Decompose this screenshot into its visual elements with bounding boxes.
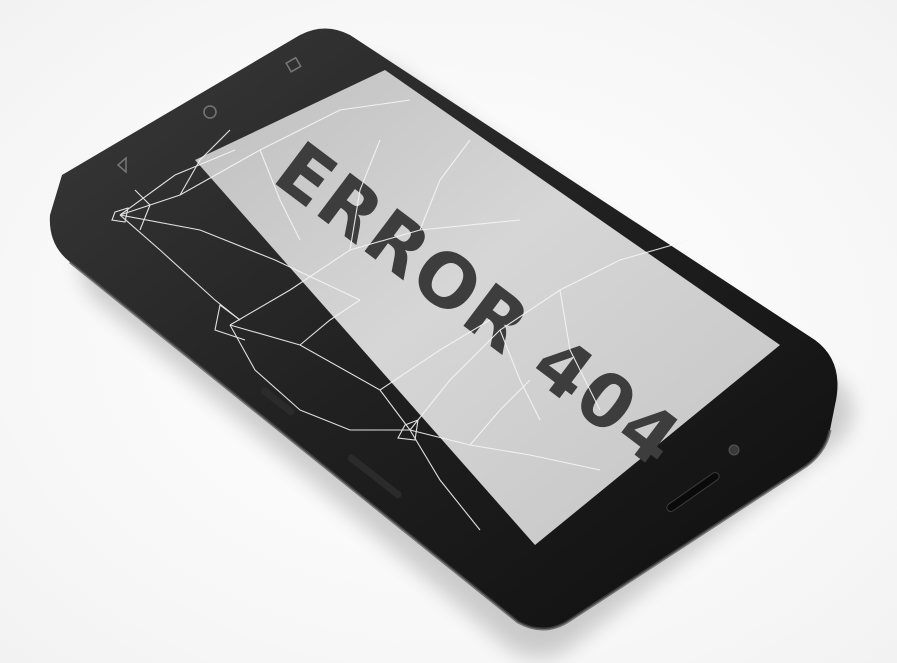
broken-phone-illustration: ERROR 404 [49, 28, 853, 658]
front-camera-icon [728, 444, 740, 456]
photo-stage: ERROR 404 [0, 0, 897, 663]
